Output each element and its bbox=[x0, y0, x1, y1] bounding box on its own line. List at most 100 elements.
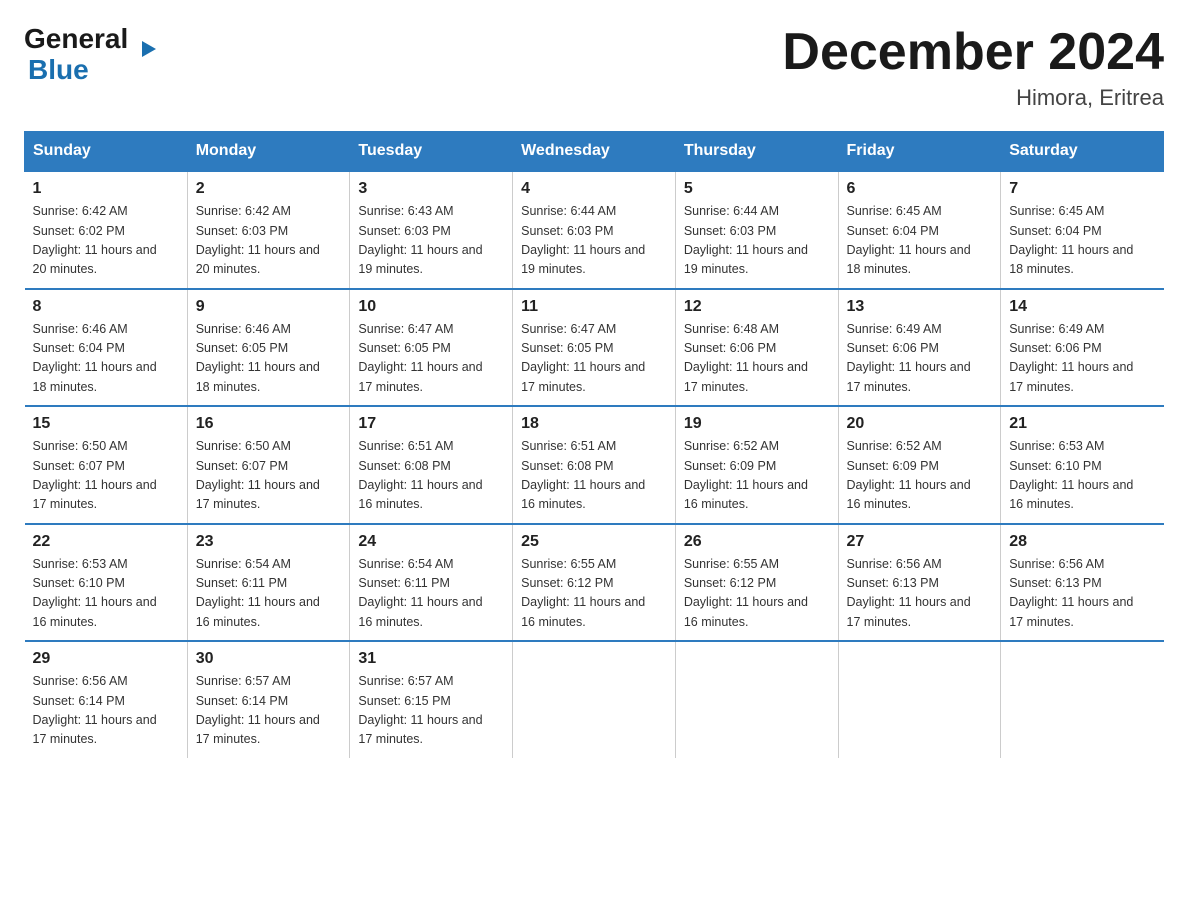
calendar-cell: 9 Sunrise: 6:46 AM Sunset: 6:05 PM Dayli… bbox=[187, 289, 350, 407]
location: Himora, Eritrea bbox=[782, 85, 1164, 111]
calendar-cell: 18 Sunrise: 6:51 AM Sunset: 6:08 PM Dayl… bbox=[513, 406, 676, 524]
day-number: 7 bbox=[1009, 180, 1155, 198]
day-info: Sunrise: 6:48 AM Sunset: 6:06 PM Dayligh… bbox=[684, 320, 830, 398]
day-number: 31 bbox=[358, 650, 504, 668]
day-info: Sunrise: 6:50 AM Sunset: 6:07 PM Dayligh… bbox=[33, 437, 179, 515]
calendar-cell: 20 Sunrise: 6:52 AM Sunset: 6:09 PM Dayl… bbox=[838, 406, 1001, 524]
header-saturday: Saturday bbox=[1001, 132, 1164, 172]
day-number: 25 bbox=[521, 533, 667, 551]
calendar-cell: 16 Sunrise: 6:50 AM Sunset: 6:07 PM Dayl… bbox=[187, 406, 350, 524]
calendar-cell: 17 Sunrise: 6:51 AM Sunset: 6:08 PM Dayl… bbox=[350, 406, 513, 524]
calendar-cell: 23 Sunrise: 6:54 AM Sunset: 6:11 PM Dayl… bbox=[187, 524, 350, 642]
calendar-table: SundayMondayTuesdayWednesdayThursdayFrid… bbox=[24, 131, 1164, 758]
day-info: Sunrise: 6:51 AM Sunset: 6:08 PM Dayligh… bbox=[358, 437, 504, 515]
day-info: Sunrise: 6:49 AM Sunset: 6:06 PM Dayligh… bbox=[1009, 320, 1155, 398]
header-wednesday: Wednesday bbox=[513, 132, 676, 172]
day-info: Sunrise: 6:47 AM Sunset: 6:05 PM Dayligh… bbox=[358, 320, 504, 398]
day-number: 29 bbox=[33, 650, 179, 668]
day-number: 14 bbox=[1009, 298, 1155, 316]
logo-blue-text: Blue bbox=[28, 54, 89, 85]
day-number: 5 bbox=[684, 180, 830, 198]
day-info: Sunrise: 6:54 AM Sunset: 6:11 PM Dayligh… bbox=[358, 555, 504, 633]
day-number: 2 bbox=[196, 180, 342, 198]
calendar-cell: 4 Sunrise: 6:44 AM Sunset: 6:03 PM Dayli… bbox=[513, 171, 676, 289]
day-info: Sunrise: 6:44 AM Sunset: 6:03 PM Dayligh… bbox=[521, 202, 667, 280]
week-row-4: 22 Sunrise: 6:53 AM Sunset: 6:10 PM Dayl… bbox=[25, 524, 1164, 642]
day-info: Sunrise: 6:56 AM Sunset: 6:13 PM Dayligh… bbox=[1009, 555, 1155, 633]
calendar-cell: 2 Sunrise: 6:42 AM Sunset: 6:03 PM Dayli… bbox=[187, 171, 350, 289]
calendar-cell bbox=[838, 641, 1001, 758]
day-number: 12 bbox=[684, 298, 830, 316]
calendar-cell: 10 Sunrise: 6:47 AM Sunset: 6:05 PM Dayl… bbox=[350, 289, 513, 407]
calendar-cell: 8 Sunrise: 6:46 AM Sunset: 6:04 PM Dayli… bbox=[25, 289, 188, 407]
calendar-cell: 15 Sunrise: 6:50 AM Sunset: 6:07 PM Dayl… bbox=[25, 406, 188, 524]
day-number: 27 bbox=[847, 533, 993, 551]
month-title: December 2024 bbox=[782, 24, 1164, 81]
calendar-cell: 30 Sunrise: 6:57 AM Sunset: 6:14 PM Dayl… bbox=[187, 641, 350, 758]
day-number: 15 bbox=[33, 415, 179, 433]
day-number: 8 bbox=[33, 298, 179, 316]
day-info: Sunrise: 6:45 AM Sunset: 6:04 PM Dayligh… bbox=[1009, 202, 1155, 280]
day-number: 22 bbox=[33, 533, 179, 551]
calendar-cell: 14 Sunrise: 6:49 AM Sunset: 6:06 PM Dayl… bbox=[1001, 289, 1164, 407]
week-row-1: 1 Sunrise: 6:42 AM Sunset: 6:02 PM Dayli… bbox=[25, 171, 1164, 289]
week-row-2: 8 Sunrise: 6:46 AM Sunset: 6:04 PM Dayli… bbox=[25, 289, 1164, 407]
day-number: 11 bbox=[521, 298, 667, 316]
calendar-cell: 29 Sunrise: 6:56 AM Sunset: 6:14 PM Dayl… bbox=[25, 641, 188, 758]
day-number: 21 bbox=[1009, 415, 1155, 433]
day-number: 3 bbox=[358, 180, 504, 198]
header-monday: Monday bbox=[187, 132, 350, 172]
day-info: Sunrise: 6:44 AM Sunset: 6:03 PM Dayligh… bbox=[684, 202, 830, 280]
header-tuesday: Tuesday bbox=[350, 132, 513, 172]
calendar-cell: 5 Sunrise: 6:44 AM Sunset: 6:03 PM Dayli… bbox=[675, 171, 838, 289]
day-number: 30 bbox=[196, 650, 342, 668]
calendar-cell: 26 Sunrise: 6:55 AM Sunset: 6:12 PM Dayl… bbox=[675, 524, 838, 642]
day-info: Sunrise: 6:45 AM Sunset: 6:04 PM Dayligh… bbox=[847, 202, 993, 280]
calendar-cell: 7 Sunrise: 6:45 AM Sunset: 6:04 PM Dayli… bbox=[1001, 171, 1164, 289]
day-number: 24 bbox=[358, 533, 504, 551]
week-row-5: 29 Sunrise: 6:56 AM Sunset: 6:14 PM Dayl… bbox=[25, 641, 1164, 758]
calendar-cell: 22 Sunrise: 6:53 AM Sunset: 6:10 PM Dayl… bbox=[25, 524, 188, 642]
calendar-cell: 27 Sunrise: 6:56 AM Sunset: 6:13 PM Dayl… bbox=[838, 524, 1001, 642]
day-info: Sunrise: 6:55 AM Sunset: 6:12 PM Dayligh… bbox=[521, 555, 667, 633]
day-info: Sunrise: 6:53 AM Sunset: 6:10 PM Dayligh… bbox=[33, 555, 179, 633]
calendar-header-row: SundayMondayTuesdayWednesdayThursdayFrid… bbox=[25, 132, 1164, 172]
calendar-cell: 3 Sunrise: 6:43 AM Sunset: 6:03 PM Dayli… bbox=[350, 171, 513, 289]
header-sunday: Sunday bbox=[25, 132, 188, 172]
day-number: 20 bbox=[847, 415, 993, 433]
calendar-cell: 6 Sunrise: 6:45 AM Sunset: 6:04 PM Dayli… bbox=[838, 171, 1001, 289]
week-row-3: 15 Sunrise: 6:50 AM Sunset: 6:07 PM Dayl… bbox=[25, 406, 1164, 524]
calendar-cell: 31 Sunrise: 6:57 AM Sunset: 6:15 PM Dayl… bbox=[350, 641, 513, 758]
calendar-cell: 1 Sunrise: 6:42 AM Sunset: 6:02 PM Dayli… bbox=[25, 171, 188, 289]
day-info: Sunrise: 6:54 AM Sunset: 6:11 PM Dayligh… bbox=[196, 555, 342, 633]
day-number: 10 bbox=[358, 298, 504, 316]
day-number: 19 bbox=[684, 415, 830, 433]
title-section: December 2024 Himora, Eritrea bbox=[782, 24, 1164, 111]
page-header: General Blue December 2024 Himora, Eritr… bbox=[24, 24, 1164, 111]
day-number: 26 bbox=[684, 533, 830, 551]
calendar-cell: 21 Sunrise: 6:53 AM Sunset: 6:10 PM Dayl… bbox=[1001, 406, 1164, 524]
day-info: Sunrise: 6:47 AM Sunset: 6:05 PM Dayligh… bbox=[521, 320, 667, 398]
calendar-cell bbox=[1001, 641, 1164, 758]
calendar-cell: 24 Sunrise: 6:54 AM Sunset: 6:11 PM Dayl… bbox=[350, 524, 513, 642]
day-info: Sunrise: 6:51 AM Sunset: 6:08 PM Dayligh… bbox=[521, 437, 667, 515]
header-friday: Friday bbox=[838, 132, 1001, 172]
day-info: Sunrise: 6:57 AM Sunset: 6:15 PM Dayligh… bbox=[358, 672, 504, 750]
day-info: Sunrise: 6:55 AM Sunset: 6:12 PM Dayligh… bbox=[684, 555, 830, 633]
calendar-cell: 25 Sunrise: 6:55 AM Sunset: 6:12 PM Dayl… bbox=[513, 524, 676, 642]
day-info: Sunrise: 6:46 AM Sunset: 6:05 PM Dayligh… bbox=[196, 320, 342, 398]
day-info: Sunrise: 6:52 AM Sunset: 6:09 PM Dayligh… bbox=[684, 437, 830, 515]
day-info: Sunrise: 6:56 AM Sunset: 6:13 PM Dayligh… bbox=[847, 555, 993, 633]
day-number: 23 bbox=[196, 533, 342, 551]
logo: General Blue bbox=[24, 24, 142, 86]
calendar-cell bbox=[675, 641, 838, 758]
day-info: Sunrise: 6:42 AM Sunset: 6:02 PM Dayligh… bbox=[33, 202, 179, 280]
calendar-cell: 11 Sunrise: 6:47 AM Sunset: 6:05 PM Dayl… bbox=[513, 289, 676, 407]
day-number: 13 bbox=[847, 298, 993, 316]
day-info: Sunrise: 6:57 AM Sunset: 6:14 PM Dayligh… bbox=[196, 672, 342, 750]
day-info: Sunrise: 6:50 AM Sunset: 6:07 PM Dayligh… bbox=[196, 437, 342, 515]
day-info: Sunrise: 6:52 AM Sunset: 6:09 PM Dayligh… bbox=[847, 437, 993, 515]
day-info: Sunrise: 6:53 AM Sunset: 6:10 PM Dayligh… bbox=[1009, 437, 1155, 515]
calendar-cell: 28 Sunrise: 6:56 AM Sunset: 6:13 PM Dayl… bbox=[1001, 524, 1164, 642]
calendar-cell bbox=[513, 641, 676, 758]
